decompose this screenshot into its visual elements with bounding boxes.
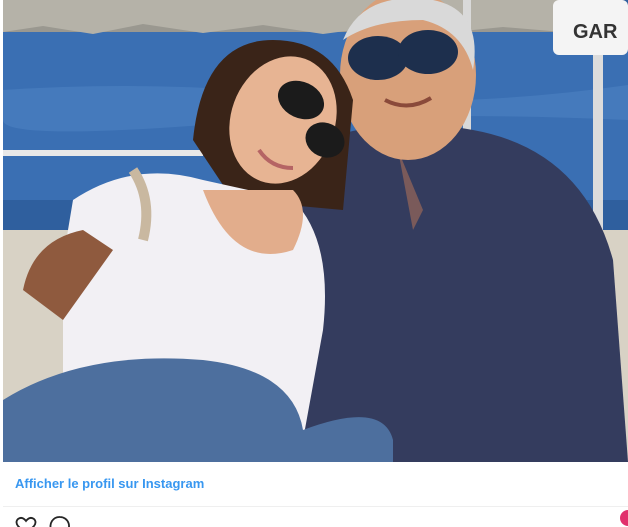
divider <box>3 506 628 507</box>
post-photo[interactable]: GAR <box>3 0 628 462</box>
action-bar <box>14 514 72 527</box>
view-profile-link[interactable]: Afficher le profil sur Instagram <box>15 476 204 491</box>
sign-text: GAR <box>573 21 618 43</box>
instagram-badge-icon <box>620 510 628 526</box>
instagram-embed: GAR Afficher le profil sur Instagram <box>0 0 628 527</box>
heart-icon[interactable] <box>14 514 38 527</box>
comment-icon[interactable] <box>48 514 72 527</box>
photo-scene: GAR <box>3 0 628 462</box>
